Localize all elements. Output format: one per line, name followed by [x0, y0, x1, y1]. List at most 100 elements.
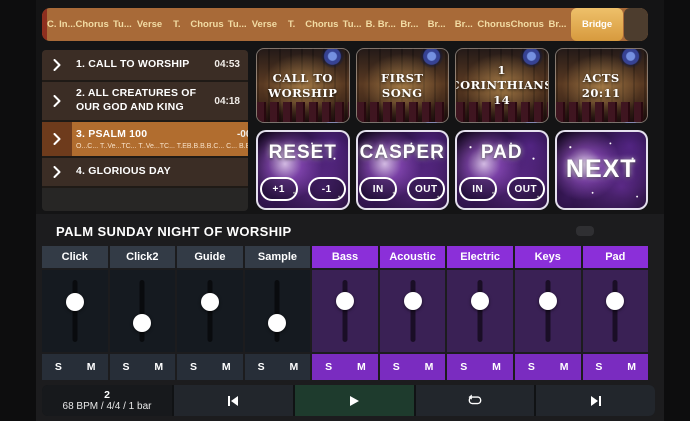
solo-button[interactable]: S — [42, 354, 75, 380]
volume-knob[interactable] — [133, 314, 151, 332]
mute-button[interactable]: M — [615, 354, 648, 380]
solo-button[interactable]: S — [245, 354, 278, 380]
timeline-section[interactable]: T. — [163, 8, 190, 41]
setlist-row[interactable]: 2. ALL CREATURES OF OUR GOD AND KING 04:… — [42, 82, 248, 122]
solo-button[interactable]: S — [312, 354, 345, 380]
setlist-row[interactable]: 4. GLORIOUS DAY — [42, 158, 248, 188]
volume-slider[interactable] — [605, 280, 625, 342]
mute-button[interactable]: M — [75, 354, 108, 380]
timeline-section[interactable]: Chorus — [305, 8, 338, 41]
volume-slider[interactable] — [267, 280, 287, 342]
setlist-row-expand[interactable] — [42, 122, 72, 156]
volume-slider[interactable] — [65, 280, 85, 342]
solo-button[interactable]: S — [177, 354, 210, 380]
volume-slider[interactable] — [200, 280, 220, 342]
mute-button[interactable]: M — [277, 354, 310, 380]
mixer-channel-name: Pad — [583, 246, 649, 268]
timeline-section[interactable]: B. Br... — [366, 8, 396, 41]
play-button[interactable] — [295, 385, 414, 416]
skip-forward-button[interactable] — [536, 385, 655, 416]
mute-button[interactable]: M — [210, 354, 243, 380]
setlist-row-expand[interactable] — [42, 82, 72, 120]
volume-knob[interactable] — [201, 293, 219, 311]
bpm-meter-info: 68 BPM / 4/4 / 1 bar — [63, 401, 152, 413]
mixer-channel-body — [515, 270, 581, 352]
setlist-row-title: 3. PSALM 100 — [76, 128, 147, 142]
solo-button[interactable]: S — [110, 354, 143, 380]
volume-knob[interactable] — [66, 293, 84, 311]
scene-tile[interactable]: 1 CORINTHIANS 14 — [455, 48, 549, 123]
timeline-section[interactable]: Br... — [396, 8, 423, 41]
mixer-channel: Keys S M — [515, 246, 581, 380]
volume-knob[interactable] — [606, 292, 624, 310]
mute-button[interactable]: M — [413, 354, 446, 380]
volume-slider[interactable] — [335, 280, 355, 342]
timeline-section[interactable]: Verse — [251, 8, 278, 41]
timeline-section-label: Br... — [400, 19, 418, 30]
control-tile[interactable]: RESET +1 -1 — [256, 130, 350, 210]
scene-tile[interactable]: ACTS 20:11 — [555, 48, 649, 123]
volume-knob[interactable] — [336, 292, 354, 310]
timeline-section[interactable]: Chorus — [76, 8, 109, 41]
setlist-row-expand[interactable] — [42, 50, 72, 80]
control-sub-button[interactable]: OUT — [507, 177, 545, 201]
timeline-section[interactable]: Br... — [450, 8, 477, 41]
control-sub-button[interactable]: IN — [359, 177, 397, 201]
skip-back-button[interactable] — [174, 385, 293, 416]
mixer-channel-name: Click — [42, 246, 108, 268]
control-sub-button[interactable]: IN — [459, 177, 497, 201]
solo-button[interactable]: S — [447, 354, 480, 380]
tab-lyrics[interactable] — [620, 226, 638, 236]
timeline-section[interactable]: Chorus — [190, 8, 223, 41]
control-tile[interactable]: CASPER INOUT — [356, 130, 450, 210]
control-sub-button[interactable]: OUT — [407, 177, 445, 201]
volume-slider[interactable] — [132, 280, 152, 342]
timeline-section[interactable]: Tu... — [224, 8, 251, 41]
solo-button[interactable]: S — [380, 354, 413, 380]
loop-icon — [466, 394, 484, 407]
volume-slider[interactable] — [470, 280, 490, 342]
mute-button[interactable]: M — [480, 354, 513, 380]
volume-knob[interactable] — [471, 292, 489, 310]
volume-slider[interactable] — [403, 280, 423, 342]
control-sub-button[interactable]: -1 — [308, 177, 346, 201]
control-tile[interactable]: NEXT — [555, 130, 649, 210]
mute-button[interactable]: M — [142, 354, 175, 380]
timeline-section-label: Tu... — [228, 19, 247, 30]
control-pad-grid: RESET +1-1 CASPER INOUT PAD INOUT NEXT — [256, 130, 648, 210]
tab-performance[interactable] — [642, 226, 660, 236]
timeline-section[interactable]: Br... — [544, 8, 571, 41]
scene-tile[interactable]: FIRST SONG — [356, 48, 450, 123]
volume-knob[interactable] — [268, 314, 286, 332]
setlist-row-expand[interactable] — [42, 158, 72, 186]
control-sub-button[interactable]: +1 — [260, 177, 298, 201]
control-tile[interactable]: PAD INOUT — [455, 130, 549, 210]
volume-slider[interactable] — [538, 280, 558, 342]
play-icon — [348, 395, 360, 407]
loop-button[interactable] — [416, 385, 535, 416]
volume-knob[interactable] — [539, 292, 557, 310]
timeline-section-label: B. Br... — [366, 19, 396, 30]
timeline-section[interactable]: Tu... — [109, 8, 136, 41]
scene-tile[interactable]: CALL TO WORSHIP — [256, 48, 350, 123]
tab-mixer[interactable] — [576, 226, 594, 236]
solo-button[interactable]: S — [583, 354, 616, 380]
mute-button[interactable]: M — [345, 354, 378, 380]
setlist-row[interactable]: 1. CALL TO WORSHIP 04:53 — [42, 50, 248, 82]
tab-canvas[interactable] — [598, 226, 616, 236]
mute-button[interactable]: M — [548, 354, 581, 380]
control-tile-label: RESET — [269, 142, 337, 164]
timeline-section[interactable]: C. In... — [47, 8, 76, 41]
mixer-channel-body — [110, 270, 176, 352]
timeline-section[interactable]: Tu... — [338, 8, 365, 41]
setlist-row[interactable]: 3. PSALM 100 -00:12 O...C... T..Ve...TC.… — [42, 122, 248, 158]
volume-knob[interactable] — [404, 292, 422, 310]
timeline-section[interactable]: Bridge — [571, 8, 623, 41]
timeline-section[interactable]: Chorus — [511, 8, 544, 41]
timeline-section[interactable]: Verse — [136, 8, 163, 41]
timeline-section[interactable]: T. — [278, 8, 305, 41]
solo-button[interactable]: S — [515, 354, 548, 380]
timeline-section[interactable]: Chorus — [477, 8, 510, 41]
tab-settings[interactable] — [554, 226, 572, 236]
timeline-section[interactable]: Br... — [423, 8, 450, 41]
